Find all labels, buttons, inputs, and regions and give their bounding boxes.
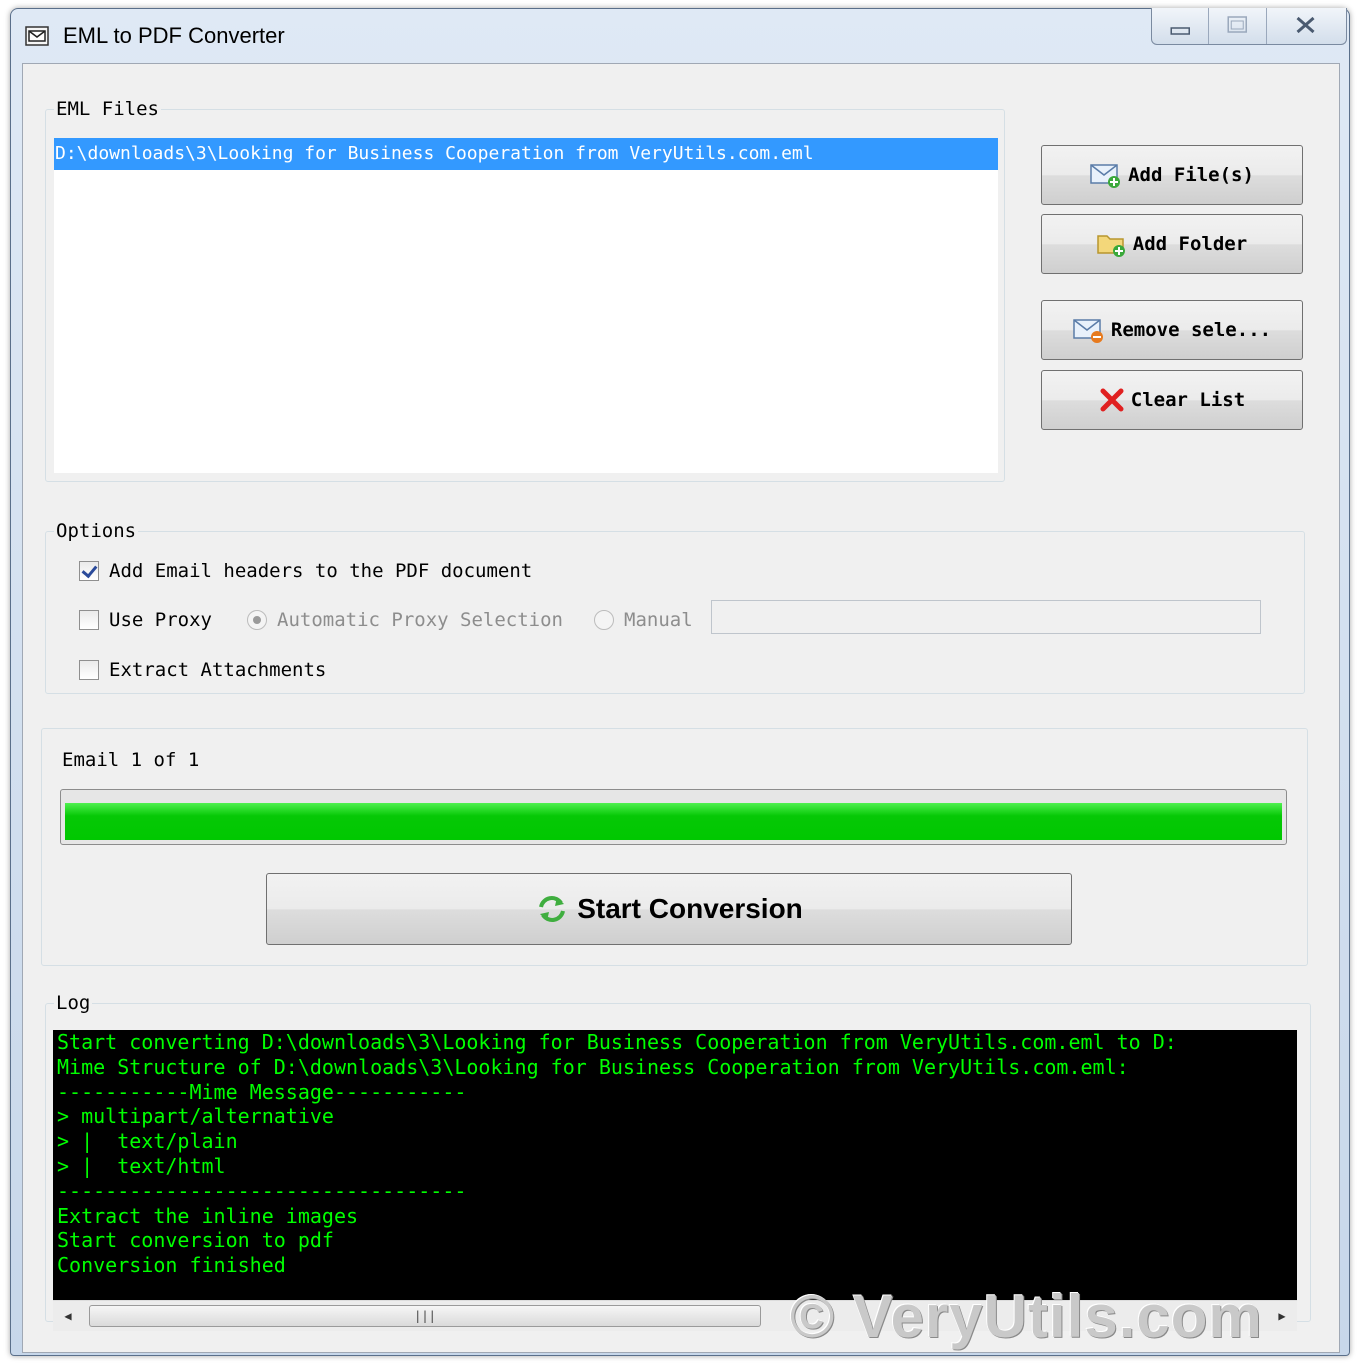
add-files-button[interactable]: Add File(s) [1041,145,1303,205]
log-line: Mime Structure of D:\downloads\3\Looking… [57,1054,1129,1079]
start-conversion-label: Start Conversion [577,893,803,924]
folder-add-icon [1097,235,1125,257]
extract-attachments-option[interactable]: Extract Attachments [79,659,326,681]
watermark: © VeryUtils.com [790,1283,1263,1350]
proxy-auto-option[interactable]: Automatic Proxy Selection [247,609,563,631]
log-legend: Log [56,992,91,1014]
proxy-auto-label: Automatic Proxy Selection [277,609,563,631]
progress-fill [65,803,1282,840]
eml-file-list[interactable]: D:\downloads\3\Looking for Business Coop… [54,138,998,473]
proxy-manual-label: Manual [624,609,693,631]
red-x-icon [1100,388,1124,412]
progress-bar [60,789,1287,845]
log-line: -----------Mime Message----------- [57,1079,467,1104]
clear-list-button[interactable]: Clear List [1041,370,1303,430]
eml-files-group: EML Files D:\downloads\3\Looking for Bus… [45,98,1005,482]
minimize-icon [1170,27,1190,35]
progress-label: Email 1 of 1 [62,749,200,771]
window-controls [1151,8,1347,45]
title-bar[interactable]: EML to PDF Converter [11,8,1349,61]
envelope-app-icon [25,26,49,46]
scroll-left-arrow-icon[interactable]: ◀ [53,1301,83,1331]
maximize-icon [1227,16,1248,33]
add-headers-checkbox[interactable] [79,561,99,581]
clear-list-label: Clear List [1130,389,1246,411]
client-area: EML Files D:\downloads\3\Looking for Bus… [22,63,1340,1353]
green-refresh-icon [539,896,566,922]
use-proxy-label: Use Proxy [109,609,212,631]
log-output[interactable]: Start converting D:\downloads\3\Looking … [53,1030,1297,1300]
app-window: EML to PDF Converter EML Files D:\downlo… [10,8,1350,1356]
mail-add-icon [1090,164,1121,188]
remove-selected-label: Remove sele... [1110,319,1272,341]
add-folder-button[interactable]: Add Folder [1041,214,1303,274]
close-button[interactable] [1267,8,1346,44]
use-proxy-option[interactable]: Use Proxy [79,609,212,631]
scroll-right-arrow-icon[interactable]: ▶ [1267,1301,1297,1331]
add-folder-label: Add Folder [1132,233,1248,255]
add-headers-label: Add Email headers to the PDF document [109,560,533,582]
scroll-thumb[interactable]: ||| [89,1305,761,1327]
start-conversion-button[interactable]: Start Conversion [266,873,1072,945]
progress-panel: Email 1 of 1 Start Conversion [41,728,1308,966]
use-proxy-checkbox[interactable] [79,610,99,630]
add-headers-option[interactable]: Add Email headers to the PDF document [79,560,532,582]
proxy-manual-radio[interactable] [594,610,614,630]
add-files-label: Add File(s) [1128,164,1254,186]
maximize-button[interactable] [1209,8,1267,44]
eml-files-legend: EML Files [56,98,159,120]
minimize-button[interactable] [1152,8,1210,44]
proxy-manual-option[interactable]: Manual [594,609,693,631]
extract-attachments-label: Extract Attachments [109,659,327,681]
log-line: Start converting D:\downloads\3\Looking … [57,1030,1177,1054]
options-legend: Options [56,520,137,542]
log-line: > | text/html [57,1153,226,1178]
close-icon [1296,16,1315,34]
proxy-address-input[interactable] [711,600,1261,634]
log-line: Start conversion to pdf [57,1228,334,1253]
log-line: Extract the inline images [57,1203,359,1228]
log-line: > | text/plain [57,1129,238,1154]
remove-selected-button[interactable]: Remove sele... [1041,300,1303,360]
mail-remove-icon [1073,319,1103,343]
extract-attachments-checkbox[interactable] [79,660,99,680]
window-title: EML to PDF Converter [63,23,285,48]
log-line: Conversion finished [57,1253,286,1278]
log-group: Log Start converting D:\downloads\3\Look… [45,992,1311,1331]
proxy-auto-radio[interactable] [247,610,267,630]
log-line: ---------------------------------- [57,1178,467,1203]
log-line: > multipart/alternative [57,1104,334,1129]
list-item[interactable]: D:\downloads\3\Looking for Business Coop… [54,138,998,170]
